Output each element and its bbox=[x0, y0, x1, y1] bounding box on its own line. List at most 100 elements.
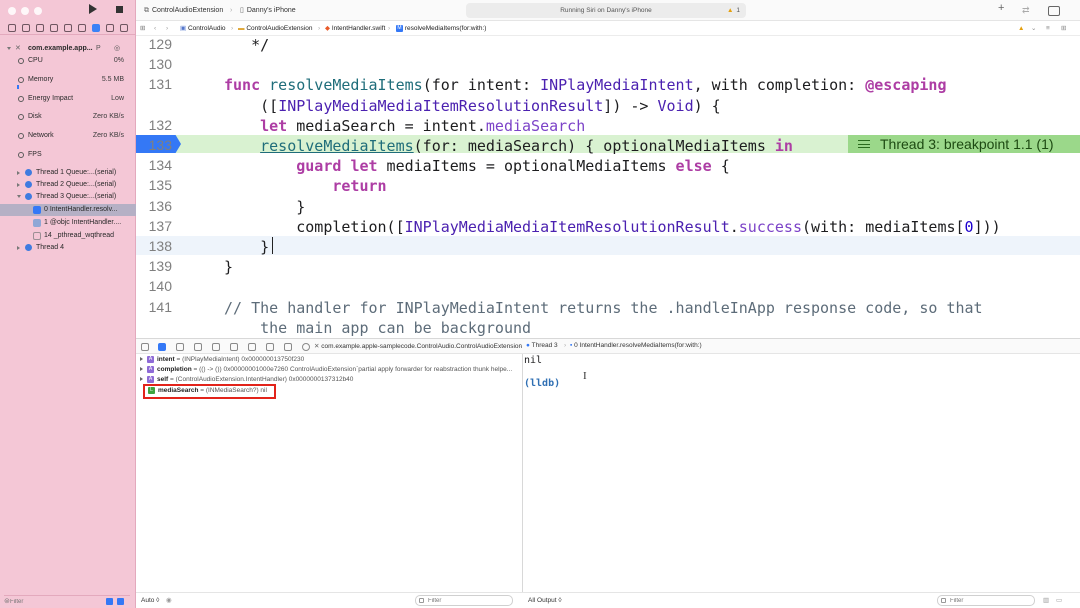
code-line[interactable]: */ bbox=[224, 36, 269, 54]
thread-row[interactable]: Thread 3 Queue:...(serial) bbox=[0, 191, 136, 203]
code-line[interactable]: resolveMediaItems(for: mediaSearch) { op… bbox=[224, 137, 793, 155]
code-line[interactable]: completion([INPlayMediaMediaItemResoluti… bbox=[224, 218, 1000, 236]
stack-frame-selected[interactable]: 0 IntentHandler.resolv... bbox=[0, 204, 136, 216]
source-editor[interactable]: 129 */ 130 131 func resolveMediaItems(for i… bbox=[136, 36, 1080, 338]
zoom-window-button[interactable] bbox=[34, 7, 42, 15]
source-control-icon[interactable] bbox=[22, 24, 30, 32]
breakpoint-navigator-icon[interactable] bbox=[106, 24, 114, 32]
chevron-down-icon[interactable]: ⌄ bbox=[1031, 23, 1036, 34]
project-navigator-icon[interactable] bbox=[8, 24, 16, 32]
line-number[interactable]: 136 bbox=[136, 198, 172, 214]
stack-frame[interactable]: 1 @objc IntentHandler.... bbox=[0, 217, 136, 229]
jumpbar-group[interactable]: ▬ ControlAudioExtension bbox=[238, 23, 312, 34]
breakpoint-badge[interactable]: Thread 3: breakpoint 1.1 (1) bbox=[848, 135, 1080, 153]
console-filter-input[interactable] bbox=[950, 597, 1020, 605]
related-items-icon[interactable]: ⊞ bbox=[140, 23, 145, 34]
step-out-icon[interactable] bbox=[230, 343, 238, 351]
disclosure-icon[interactable] bbox=[17, 183, 20, 187]
code-line[interactable]: } bbox=[224, 198, 305, 216]
gauge-disk[interactable]: Disk Zero KB/s bbox=[0, 111, 136, 123]
code-line[interactable]: func resolveMediaItems(for intent: INPla… bbox=[224, 76, 947, 94]
line-number[interactable]: 129 bbox=[136, 36, 172, 52]
line-number[interactable]: 131 bbox=[136, 76, 172, 92]
disclosure-icon[interactable] bbox=[17, 171, 20, 175]
debug-navigator-icon[interactable] bbox=[92, 24, 100, 32]
device-selector[interactable]: ▯ Danny's iPhone bbox=[240, 4, 296, 17]
variables-scope-popup[interactable]: Auto ◊ bbox=[141, 597, 159, 604]
run-icon[interactable] bbox=[89, 4, 97, 14]
line-number[interactable]: 140 bbox=[136, 278, 172, 294]
stack-frame[interactable]: 14 _pthread_wqthread bbox=[0, 230, 136, 242]
line-number[interactable]: 135 bbox=[136, 177, 172, 193]
symbol-navigator-icon[interactable] bbox=[36, 24, 44, 32]
disclosure-icon[interactable] bbox=[17, 195, 21, 198]
line-number[interactable]: 138 bbox=[136, 238, 172, 254]
console-filter[interactable] bbox=[937, 595, 1035, 606]
line-number[interactable]: 130 bbox=[136, 56, 172, 72]
view-debugger-icon[interactable] bbox=[248, 343, 256, 351]
jumpbar-project[interactable]: ▣ ControlAudio bbox=[180, 23, 226, 34]
line-number[interactable]: 139 bbox=[136, 258, 172, 274]
process-row[interactable]: ✕ com.example.app... P ◎ bbox=[0, 43, 136, 55]
navigator-filter-input[interactable] bbox=[10, 597, 100, 606]
lldb-prompt[interactable]: (lldb) bbox=[524, 378, 560, 389]
code-line[interactable]: // The handler for INPlayMediaIntent ret… bbox=[224, 299, 983, 317]
breakpoints-toggle-icon[interactable] bbox=[158, 343, 166, 351]
line-number[interactable]: 137 bbox=[136, 218, 172, 234]
stop-icon[interactable] bbox=[116, 6, 123, 13]
split-view-icon[interactable]: ▭ bbox=[1056, 596, 1062, 604]
warning-indicator[interactable]: ▲ 1 bbox=[727, 3, 740, 18]
disclosure-icon[interactable] bbox=[140, 377, 143, 382]
code-line[interactable]: ([INPlayMediaMediaItemResolutionResult])… bbox=[224, 97, 721, 115]
activity-view[interactable]: Running Siri on Danny's iPhone ▲ 1 bbox=[466, 3, 746, 18]
line-number[interactable]: 132 bbox=[136, 117, 172, 133]
show-only-running-icon[interactable] bbox=[117, 598, 124, 605]
hide-debug-area-icon[interactable] bbox=[141, 343, 149, 351]
code-line[interactable]: return bbox=[224, 177, 386, 195]
editor-options-icon[interactable]: ≡ bbox=[1046, 23, 1050, 34]
debug-console[interactable]: nil (lldb) I bbox=[523, 354, 1080, 591]
memory-graph-icon[interactable] bbox=[266, 343, 274, 351]
jumpbar-symbol[interactable]: M resolveMediaItems(for:with:) bbox=[396, 23, 486, 34]
show-only-crashed-icon[interactable] bbox=[106, 598, 113, 605]
jumpbar-file[interactable]: ◆ IntentHandler.swift bbox=[325, 23, 385, 34]
disclosure-icon[interactable] bbox=[140, 357, 143, 362]
variables-filter[interactable] bbox=[415, 595, 513, 606]
variables-view[interactable]: Aintent = (INPlayMediaIntent) 0x00000001… bbox=[136, 354, 522, 591]
report-navigator-icon[interactable] bbox=[120, 24, 128, 32]
test-navigator-icon[interactable] bbox=[78, 24, 86, 32]
line-number[interactable]: 141 bbox=[136, 299, 172, 315]
close-window-button[interactable] bbox=[8, 7, 16, 15]
code-line[interactable]: } bbox=[224, 258, 233, 276]
debug-path[interactable]: ✕ com.example.apple-samplecode.ControlAu… bbox=[314, 342, 522, 350]
environment-overrides-icon[interactable] bbox=[284, 343, 292, 351]
step-into-icon[interactable] bbox=[212, 343, 220, 351]
gauge-memory[interactable]: Memory 5.5 MB bbox=[0, 74, 136, 89]
thread-row[interactable]: Thread 4 bbox=[0, 242, 136, 254]
disclosure-icon[interactable] bbox=[7, 47, 11, 50]
debug-thread[interactable]: ● Thread 3 bbox=[526, 342, 558, 349]
line-number[interactable]: 134 bbox=[136, 157, 172, 173]
thread-row[interactable]: Thread 1 Queue:...(serial) bbox=[0, 167, 136, 179]
location-icon[interactable] bbox=[302, 343, 310, 351]
issue-navigator-icon[interactable] bbox=[64, 24, 72, 32]
code-review-icon[interactable]: ⇄ bbox=[1022, 4, 1030, 17]
warning-icon[interactable]: ▲ bbox=[1018, 23, 1024, 34]
gauge-network[interactable]: Network Zero KB/s bbox=[0, 130, 136, 142]
variable-row[interactable]: Aintent = (INPlayMediaIntent) 0x00000001… bbox=[140, 355, 304, 365]
line-number[interactable]: 133 bbox=[136, 137, 172, 153]
code-line[interactable]: let mediaSearch = intent.mediaSearch bbox=[224, 117, 585, 135]
minimize-window-button[interactable] bbox=[21, 7, 29, 15]
disclosure-icon[interactable] bbox=[17, 246, 20, 250]
settings-icon[interactable]: ◎ bbox=[114, 43, 120, 55]
add-icon[interactable]: + bbox=[998, 2, 1004, 15]
quick-look-icon[interactable]: ◉ bbox=[166, 596, 172, 604]
scheme-selector[interactable]: ⧉ ControlAudioExtension bbox=[144, 4, 223, 17]
code-line[interactable]: the main app can be background bbox=[224, 319, 531, 337]
add-editor-icon[interactable]: ⊞ bbox=[1061, 23, 1066, 34]
find-navigator-icon[interactable] bbox=[50, 24, 58, 32]
pause-icon[interactable] bbox=[176, 343, 184, 351]
inspector-toggle-icon[interactable] bbox=[1048, 6, 1060, 16]
gauge-cpu[interactable]: CPU 0% bbox=[0, 55, 136, 67]
trash-icon[interactable]: ▥ bbox=[1043, 596, 1049, 604]
